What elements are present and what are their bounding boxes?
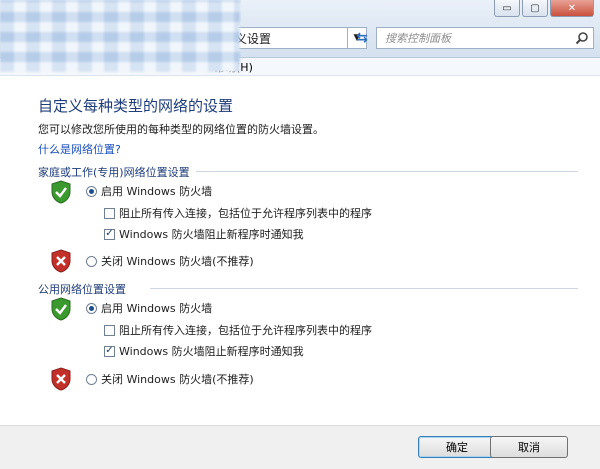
dialog-footer: 确定 取消: [0, 425, 600, 469]
checkbox[interactable]: [104, 324, 115, 336]
private-disable-label: 关闭 Windows 防火墙(不推荐): [101, 255, 254, 268]
ok-button[interactable]: 确定: [418, 436, 496, 458]
public-disable-firewall-radio[interactable]: 关闭 Windows 防火墙(不推荐): [86, 371, 254, 387]
window-controls: ▭ ▢ ✕: [494, 0, 594, 17]
private-notify-label: Windows 防火墙阻止新程序时通知我: [119, 228, 304, 241]
public-section-title: 公用网络位置设置: [38, 283, 126, 296]
shield-x-icon: [51, 367, 71, 391]
search-input[interactable]: 搜索控制面板: [376, 27, 594, 49]
shield-check-icon: [51, 297, 71, 321]
public-section-divider: [150, 288, 578, 289]
private-notify-checkbox[interactable]: ✓ Windows 防火墙阻止新程序时通知我: [104, 226, 304, 242]
radio-button[interactable]: [86, 255, 97, 267]
radio-button[interactable]: [86, 302, 97, 314]
radio-button[interactable]: [86, 373, 97, 385]
radio-button[interactable]: [86, 185, 97, 197]
checkbox[interactable]: ✓: [104, 228, 115, 240]
public-block-all-checkbox[interactable]: 阻止所有传入连接，包括位于允许程序列表中的程序: [104, 322, 372, 338]
main-content: 自定义每种类型的网络的设置 您可以修改您所使用的每种类型的网络位置的防火墙设置。…: [0, 77, 600, 425]
network-location-help-link[interactable]: 什么是网络位置?: [38, 141, 121, 157]
checkbox[interactable]: ✓: [104, 345, 115, 357]
private-disable-firewall-radio[interactable]: 关闭 Windows 防火墙(不推荐): [86, 253, 254, 269]
maximize-button[interactable]: ▢: [522, 0, 548, 17]
private-block-all-checkbox[interactable]: 阻止所有传入连接，包括位于允许程序列表中的程序: [104, 205, 372, 221]
shield-check-icon: [51, 180, 71, 204]
public-enable-label: 启用 Windows 防火墙: [101, 302, 213, 315]
private-block-all-label: 阻止所有传入连接，包括位于允许程序列表中的程序: [119, 207, 372, 220]
minimize-button[interactable]: ▭: [494, 0, 520, 17]
obscured-title-region: [0, 0, 240, 72]
public-disable-label: 关闭 Windows 防火墙(不推荐): [101, 373, 254, 386]
public-enable-firewall-radio[interactable]: 启用 Windows 防火墙: [86, 300, 212, 316]
public-block-all-label: 阻止所有传入连接，包括位于允许程序列表中的程序: [119, 324, 372, 337]
search-placeholder: 搜索控制面板: [385, 32, 451, 45]
shield-x-icon: [51, 249, 71, 273]
private-section-title: 家庭或工作(专用)网络位置设置: [38, 166, 190, 179]
checkbox[interactable]: [104, 207, 115, 219]
private-enable-firewall-radio[interactable]: 启用 Windows 防火墙: [86, 183, 212, 199]
page-title: 自定义每种类型的网络的设置: [38, 97, 234, 115]
page-description: 您可以修改您所使用的每种类型的网络位置的防火墙设置。: [38, 123, 324, 136]
public-notify-checkbox[interactable]: ✓ Windows 防火墙阻止新程序时通知我: [104, 343, 304, 359]
address-text: 义设置: [235, 31, 272, 46]
refresh-icon[interactable]: ⇆: [350, 27, 374, 49]
private-section-divider: [196, 171, 578, 172]
close-button[interactable]: ✕: [550, 0, 594, 17]
search-icon[interactable]: [575, 31, 589, 45]
public-notify-label: Windows 防火墙阻止新程序时通知我: [119, 345, 304, 358]
private-enable-label: 启用 Windows 防火墙: [101, 185, 213, 198]
cancel-button[interactable]: 取消: [490, 436, 568, 458]
